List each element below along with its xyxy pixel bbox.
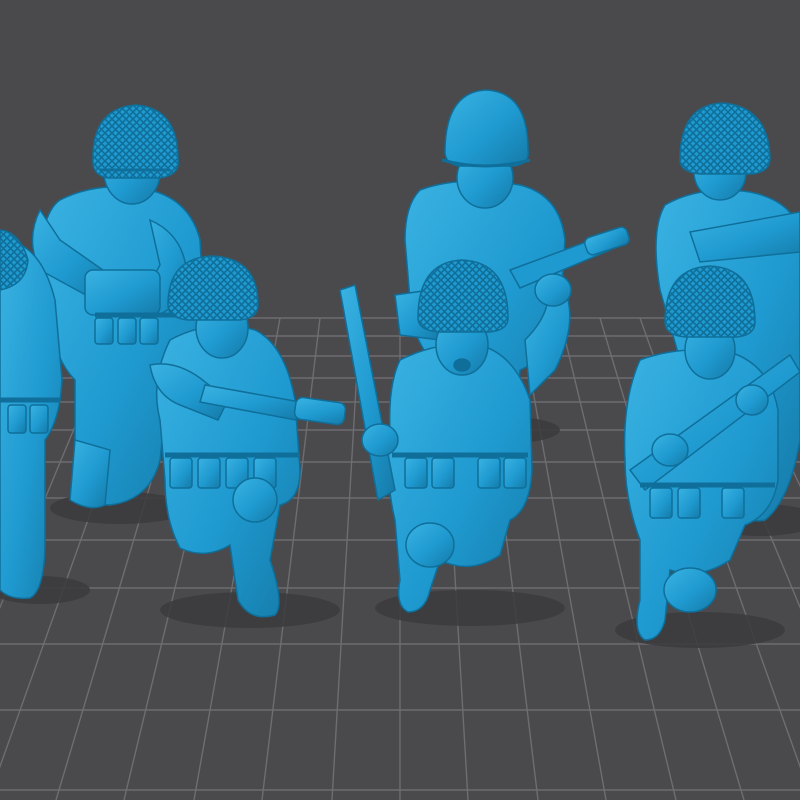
- 3d-viewport[interactable]: [0, 0, 800, 800]
- viewport-canvas[interactable]: [0, 0, 800, 800]
